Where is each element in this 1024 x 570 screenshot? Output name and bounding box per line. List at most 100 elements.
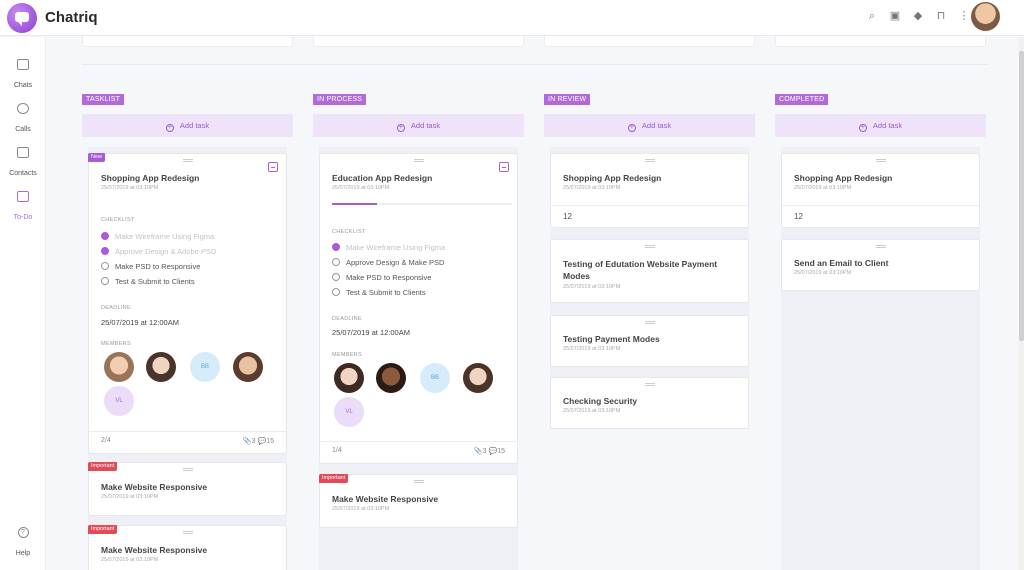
sidebar-item-calls[interactable]: Calls (0, 103, 46, 136)
drag-handle-icon[interactable] (644, 321, 655, 324)
drag-handle-icon[interactable] (413, 480, 424, 483)
member-avatar[interactable] (334, 363, 364, 393)
collapse-icon[interactable] (499, 162, 509, 172)
checklist-item[interactable]: Test & Submit to Clients (332, 288, 426, 299)
member-avatar[interactable]: BB (190, 352, 220, 382)
checklist-item[interactable]: Make Wireframe Using Figma (332, 243, 445, 254)
chatriq-logo[interactable] (7, 3, 37, 33)
member-avatar[interactable] (376, 363, 406, 393)
card-title: Testing of Edutation Website Payment Mod… (563, 259, 718, 281)
checkbox[interactable] (332, 288, 340, 296)
checklist-item[interactable]: Make PSD to Responsive (332, 273, 431, 284)
task-card[interactable]: Testing Payment Modes 25/07/2019 at 03:1… (550, 315, 749, 367)
user-avatar[interactable] (971, 2, 1000, 31)
checkbox[interactable] (101, 277, 109, 285)
help-icon: ? (17, 527, 29, 538)
drag-handle-icon[interactable] (644, 245, 655, 248)
collapse-icon[interactable] (268, 162, 278, 172)
drag-handle-icon[interactable] (875, 245, 886, 248)
member-avatar[interactable]: BB (420, 363, 450, 393)
checklist-item[interactable]: Approve Design & Adobe PSD (101, 247, 216, 258)
member-avatar[interactable]: VL (104, 386, 134, 416)
drag-handle-icon[interactable] (413, 159, 424, 162)
sidebar-item-help[interactable]: ? Help (0, 527, 46, 560)
task-card[interactable]: Testing of Edutation Website Payment Mod… (550, 239, 749, 303)
search-icon[interactable]: ⌕ (866, 10, 878, 22)
plus-icon: + (858, 124, 867, 132)
task-card[interactable]: Important Make Website Responsive 25/07/… (88, 462, 287, 516)
sidebar-item-label: Calls (15, 126, 31, 133)
drag-handle-icon[interactable] (182, 531, 193, 534)
checkbox[interactable] (101, 232, 109, 240)
task-card[interactable]: Important Make Website Responsive 25/07/… (319, 474, 518, 528)
checkbox[interactable] (101, 247, 109, 255)
attachment-count: 3 (482, 448, 487, 455)
diamond-icon[interactable]: ◆ (912, 10, 924, 22)
add-task-label: Add task (641, 121, 672, 130)
checkbox[interactable] (101, 262, 109, 270)
task-card[interactable]: Shopping App Redesign 25/07/2019 at 03:1… (550, 153, 749, 228)
checklist-item[interactable]: Approve Design & Make PSD (332, 258, 444, 269)
new-badge: New (88, 153, 106, 162)
drag-handle-icon[interactable] (644, 383, 655, 386)
shirt-icon[interactable]: ⊓ (935, 10, 947, 22)
scrollbar-thumb[interactable] (1019, 51, 1024, 341)
add-task-button[interactable]: + Add task (82, 114, 293, 137)
card-title: Make Website Responsive (101, 545, 208, 555)
member-avatar[interactable] (233, 352, 263, 382)
checklist-item-text: Make Wireframe Using Figma (115, 232, 215, 241)
more-icon[interactable]: ⋮ (958, 10, 970, 22)
paperclip-icon: 📎 (242, 438, 252, 445)
member-avatar[interactable] (104, 352, 134, 382)
drag-handle-icon[interactable] (182, 468, 193, 471)
checklist-item-text: Make PSD to Responsive (115, 262, 201, 271)
card-title: Make Website Responsive (332, 494, 439, 504)
checkbox[interactable] (332, 258, 340, 266)
add-task-label: Add task (410, 121, 441, 130)
checklist-item-text: Test & Submit to Clients (115, 277, 195, 286)
comment-icon: 💬 (257, 438, 267, 445)
add-task-button[interactable]: + Add task (775, 114, 986, 137)
scrollbar[interactable] (1019, 37, 1024, 570)
sidebar-item-contacts[interactable]: Contacts (0, 147, 46, 180)
todo-icon (17, 191, 29, 202)
sidebar-item-chats[interactable]: Chats (0, 59, 46, 92)
sidebar-item-label: Chats (13, 82, 33, 89)
card-date: 25/07/2019 at 03:10PM (563, 408, 621, 414)
bookmark-icon[interactable]: ▣ (889, 10, 901, 22)
member-avatar[interactable] (463, 363, 493, 393)
card-date: 25/07/2019 at 03:10PM (101, 185, 159, 191)
card-title: Education App Redesign (332, 173, 433, 183)
sidebar-item-todo[interactable]: To-Do (0, 191, 46, 224)
deadline-label: DEADLINE (101, 305, 131, 311)
checkbox[interactable] (332, 243, 340, 251)
task-card[interactable]: New Shopping App Redesign 25/07/2019 at … (88, 153, 287, 454)
checklist-item[interactable]: Make Wireframe Using Figma (101, 232, 214, 243)
deadline-value: 25/07/2019 at 12:00AM (101, 318, 179, 327)
checklist-label: CHECKLIST (101, 217, 135, 223)
add-task-button[interactable]: + Add task (544, 114, 755, 137)
card-title: Send an Email to Client (794, 258, 889, 268)
drag-handle-icon[interactable] (182, 159, 193, 162)
drag-handle-icon[interactable] (644, 159, 655, 162)
drag-handle-icon[interactable] (875, 159, 886, 162)
task-card[interactable]: Important Make Website Responsive 25/07/… (88, 525, 287, 570)
task-card[interactable]: Checking Security 25/07/2019 at 03:10PM (550, 377, 749, 429)
column-completed: COMPLETED + Add task Shopping App Redesig… (775, 94, 986, 570)
task-card[interactable]: Send an Email to Client 25/07/2019 at 03… (781, 239, 980, 291)
comment-count: 15 (497, 448, 505, 455)
task-card[interactable]: Shopping App Redesign 25/07/2019 at 03:1… (781, 153, 980, 228)
checklist-item[interactable]: Make PSD to Responsive (101, 262, 200, 273)
help-label: Help (15, 550, 31, 557)
add-task-button[interactable]: + Add task (313, 114, 524, 137)
card-count-row: 12 (782, 205, 979, 227)
checkbox[interactable] (332, 273, 340, 281)
card-date: 25/07/2019 at 03:10PM (563, 284, 621, 290)
card-title: Make Website Responsive (101, 482, 208, 492)
member-avatar[interactable] (146, 352, 176, 382)
card-date: 25/07/2019 at 03:10PM (563, 346, 621, 352)
checklist-item[interactable]: Test & Submit to Clients (101, 277, 195, 288)
member-avatar[interactable]: VL (334, 397, 364, 427)
card-date: 25/07/2019 at 03:10PM (101, 494, 159, 500)
task-card[interactable]: Education App Redesign 25/07/2019 at 03:… (319, 153, 518, 464)
